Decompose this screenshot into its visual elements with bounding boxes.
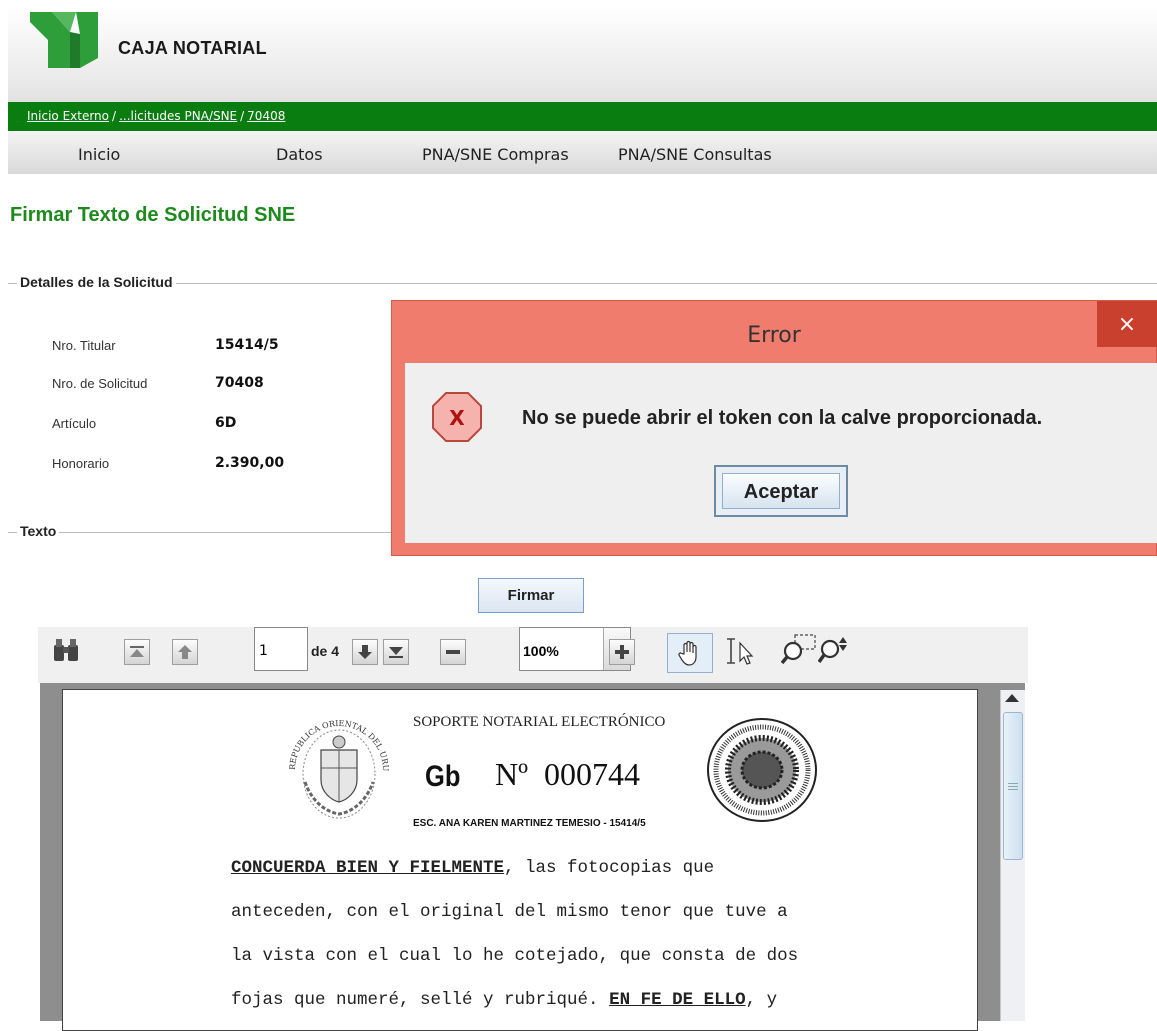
value-honorario: 2.390,00 xyxy=(215,455,285,471)
zoom-value: 100% xyxy=(523,643,559,659)
breadcrumb-separator: / xyxy=(240,109,245,123)
svg-text:X: X xyxy=(449,406,465,430)
fieldset-divider xyxy=(8,532,408,533)
document-line-2: anteceden, con el original del mismo ten… xyxy=(231,902,788,922)
next-page-icon[interactable] xyxy=(352,639,378,665)
scrollbar-thumb[interactable] xyxy=(1003,712,1023,860)
binoculars-icon[interactable] xyxy=(52,637,80,663)
label-articulo: Artículo xyxy=(52,416,97,431)
value-articulo: 6D xyxy=(215,415,237,431)
last-page-icon[interactable] xyxy=(383,639,409,665)
details-legend: Detalles de la Solicitud xyxy=(17,274,176,290)
pdf-toolbar: 1 de 4 100% xyxy=(38,627,1028,683)
app-header: CAJA NOTARIAL xyxy=(8,6,1157,102)
zoom-in-icon[interactable] xyxy=(609,639,635,665)
pdf-page: REPUBLICA ORIENTAL DEL URUGUAY SOPORTE N… xyxy=(62,689,978,1031)
previous-page-icon[interactable] xyxy=(172,639,198,665)
menu-pna-sne-compras[interactable]: PNA/SNE Compras xyxy=(422,145,569,164)
breadcrumb-solicitud-id[interactable]: 70408 xyxy=(247,109,285,123)
notarial-seal-stamp xyxy=(707,718,817,822)
page-number-input[interactable]: 1 xyxy=(254,627,308,671)
coat-of-arms-seal: REPUBLICA ORIENTAL DEL URUGUAY xyxy=(281,698,390,819)
document-line-3: la vista con el cual lo he cotejado, que… xyxy=(231,946,799,966)
error-stop-icon: X xyxy=(432,392,482,442)
breadcrumb: Inicio Externo / ...licitudes PNA/SNE/7040… xyxy=(27,109,285,123)
value-nro-solicitud: 70408 xyxy=(215,375,264,391)
menu-pna-sne-consultas[interactable]: PNA/SNE Consultas xyxy=(618,145,772,164)
document-header: SOPORTE NOTARIAL ELECTRÓNICO xyxy=(413,714,666,730)
page-title: Firmar Texto de Solicitud SNE xyxy=(10,204,296,226)
first-page-icon[interactable] xyxy=(124,639,150,665)
text-select-icon[interactable] xyxy=(724,637,758,665)
hand-tool-icon[interactable] xyxy=(667,633,713,673)
menu-datos[interactable]: Datos xyxy=(276,145,323,164)
aceptar-button-label: Aceptar xyxy=(722,473,840,509)
zoom-out-icon[interactable] xyxy=(440,639,466,665)
notary-name: ESC. ANA KAREN MARTINEZ TEMESIO - 15414/… xyxy=(413,818,646,829)
breadcrumb-inicio-externo[interactable]: Inicio Externo xyxy=(27,109,109,123)
label-nro-titular: Nro. Titular xyxy=(52,338,116,353)
error-message: No se puede abrir el token con la calve … xyxy=(522,407,1043,429)
marquee-zoom-icon[interactable] xyxy=(781,633,817,665)
document-series: Gb xyxy=(425,760,461,793)
document-number: Nº 000744 xyxy=(495,756,641,792)
main-menu: Inicio Datos PNA/SNE Compras PNA/SNE Con… xyxy=(8,131,1157,174)
breadcrumb-separator: / xyxy=(112,109,117,123)
aceptar-button[interactable]: Aceptar xyxy=(714,465,848,517)
pdf-viewport[interactable]: REPUBLICA ORIENTAL DEL URUGUAY SOPORTE N… xyxy=(40,683,1025,1031)
firmar-button[interactable]: Firmar xyxy=(478,578,584,613)
label-honorario: Honorario xyxy=(52,456,110,471)
dialog-body: X No se puede abrir el token con la calv… xyxy=(405,363,1157,543)
scroll-up-arrow-icon[interactable] xyxy=(1005,694,1019,702)
value-nro-titular: 15414/5 xyxy=(215,337,279,353)
fieldset-divider xyxy=(8,283,1157,284)
dynamic-zoom-icon[interactable] xyxy=(818,635,850,665)
menu-inicio[interactable]: Inicio xyxy=(78,145,120,164)
document-line-1: CONCUERDA BIEN Y FIELMENTE, las fotocopi… xyxy=(231,858,715,878)
document-line-4: fojas que numeré, sellé y rubriqué. EN F… xyxy=(231,990,778,1010)
close-icon[interactable]: × xyxy=(1097,301,1157,347)
error-dialog: Error × X No se puede abrir el token con… xyxy=(391,300,1157,556)
pdf-vertical-scrollbar[interactable] xyxy=(1000,690,1025,1021)
label-nro-solicitud: Nro. de Solicitud xyxy=(52,376,148,391)
breadcrumb-solicitudes[interactable]: ...licitudes PNA/SNE xyxy=(119,109,237,123)
breadcrumb-bar: Inicio Externo / ...licitudes PNA/SNE/7040… xyxy=(8,102,1157,131)
dialog-title: Error xyxy=(747,323,801,348)
texto-legend: Texto xyxy=(17,523,60,539)
caja-notarial-logo xyxy=(30,12,98,68)
page-total: de 4 xyxy=(311,643,340,659)
brand-name: CAJA NOTARIAL xyxy=(118,38,267,58)
